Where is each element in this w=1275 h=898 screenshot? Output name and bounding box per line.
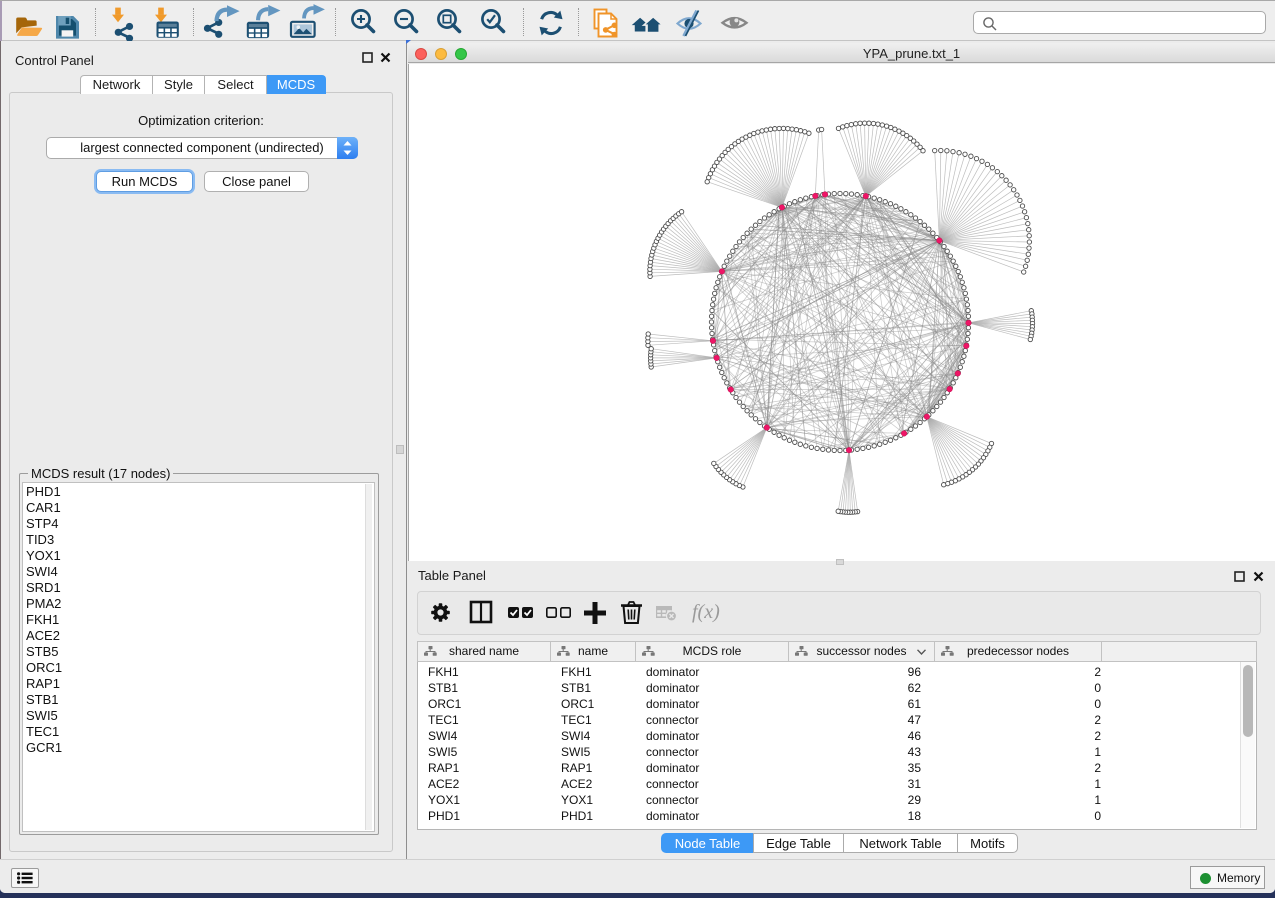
svg-text:f(x): f(x) [692,601,720,623]
